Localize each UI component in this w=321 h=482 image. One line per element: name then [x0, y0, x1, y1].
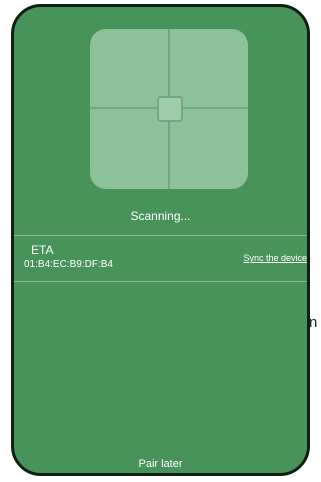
- scanning-status: Scanning...: [130, 209, 191, 223]
- scan-target-icon: [157, 96, 183, 122]
- screen: n Scanning... ETA 01:B4:EC:B9:DF:B4 Sync…: [0, 0, 321, 482]
- pairing-dialog: Scanning... ETA 01:B4:EC:B9:DF:B4 Sync t…: [11, 4, 310, 476]
- divider-bottom: [14, 281, 307, 282]
- sync-device-link[interactable]: Sync the device: [243, 253, 307, 263]
- background-text: n: [309, 314, 318, 331]
- device-mac-address: 01:B4:EC:B9:DF:B4: [24, 259, 113, 270]
- scan-area-icon: [90, 29, 248, 189]
- device-list-item[interactable]: ETA 01:B4:EC:B9:DF:B4 Sync the device: [14, 235, 307, 281]
- device-name: ETA: [31, 243, 54, 257]
- pair-later-button[interactable]: Pair later: [14, 458, 307, 470]
